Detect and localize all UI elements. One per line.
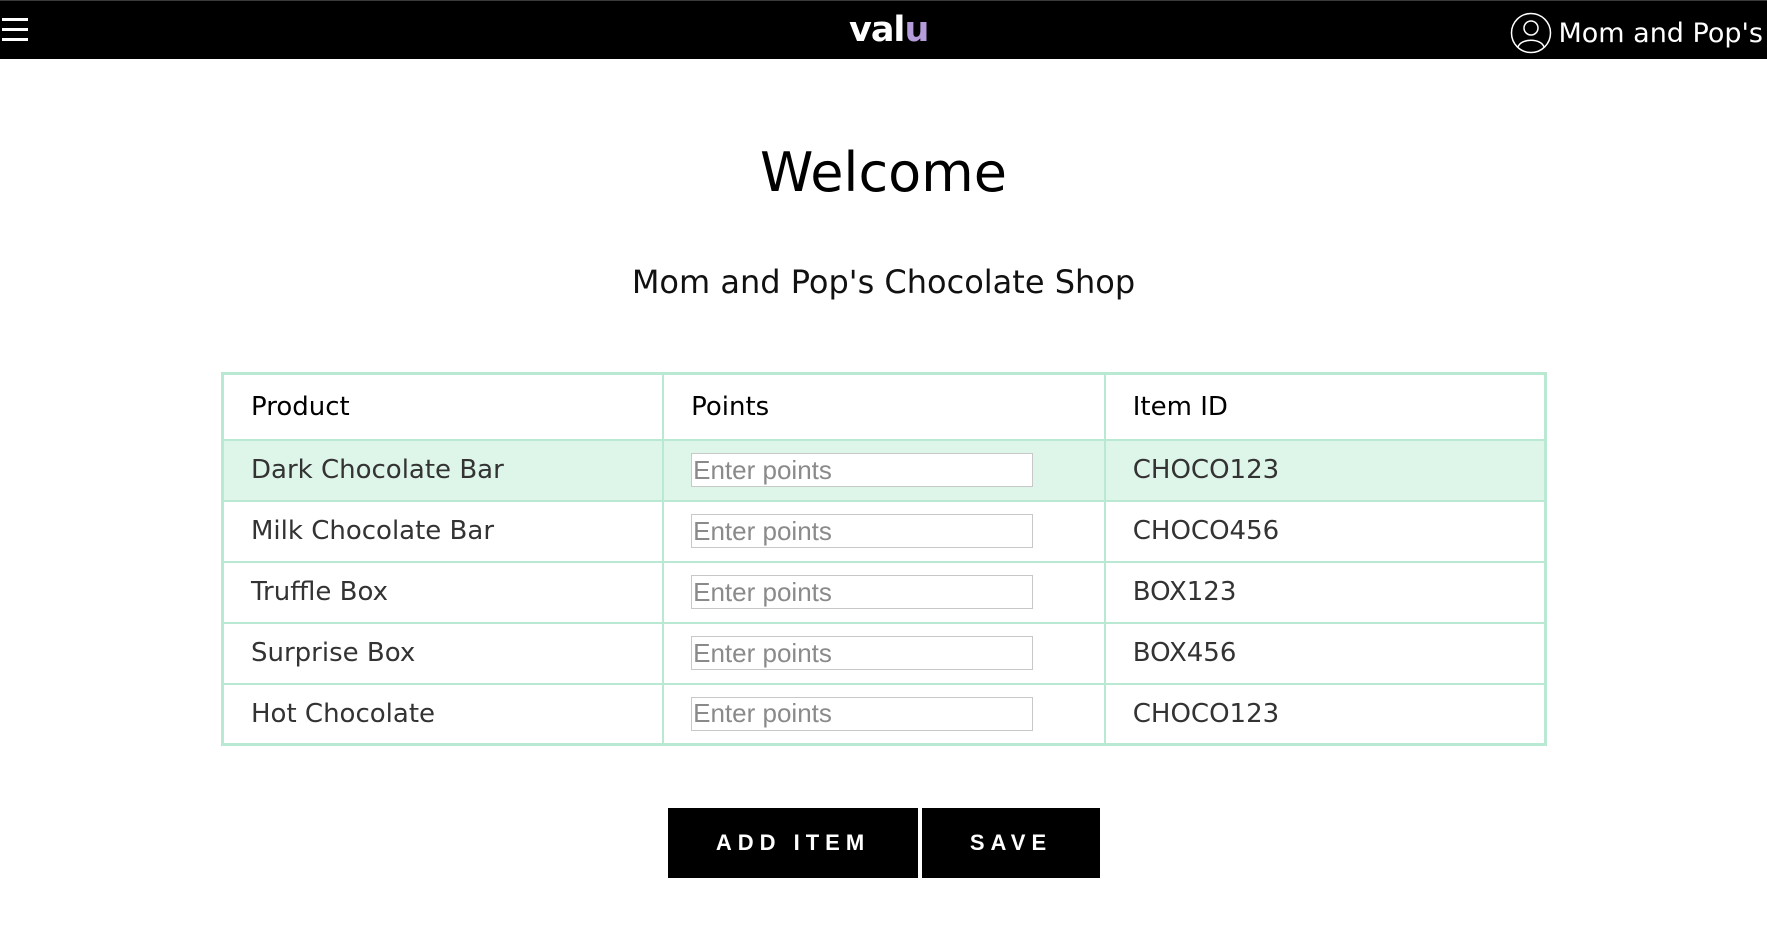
table-row[interactable]: Truffle Box BOX123 (221, 560, 1547, 624)
table-row[interactable]: Surprise Box BOX456 (221, 621, 1547, 685)
item-id-cell: BOX123 (1103, 560, 1547, 624)
points-cell (662, 621, 1106, 685)
logo-text: val (849, 10, 905, 50)
item-id-cell: CHOCO123 (1103, 682, 1547, 746)
account-name: Mom and Pop's (1558, 17, 1763, 49)
points-cell (662, 438, 1106, 502)
table-row[interactable]: Dark Chocolate Bar CHOCO123 (221, 438, 1547, 502)
product-cell: Milk Chocolate Bar (221, 499, 665, 563)
points-input[interactable] (691, 636, 1034, 670)
add-item-button[interactable]: ADD ITEM (668, 808, 918, 878)
points-cell (662, 560, 1106, 624)
item-id-cell: CHOCO456 (1103, 499, 1547, 563)
hamburger-menu-icon[interactable] (2, 17, 28, 43)
column-header-product: Product (221, 372, 665, 441)
product-cell: Truffle Box (221, 560, 665, 624)
points-input[interactable] (691, 696, 1034, 731)
table-row[interactable]: Hot Chocolate CHOCO123 (221, 682, 1547, 746)
action-buttons: ADD ITEM SAVE (668, 808, 1100, 878)
points-input[interactable] (691, 514, 1034, 548)
table-header-row: Product Points Item ID (221, 372, 1547, 441)
save-button[interactable]: SAVE (922, 808, 1100, 878)
top-navigation-bar: valu Mom and Pop's (0, 0, 1767, 59)
column-header-points: Points (662, 372, 1106, 441)
points-input[interactable] (691, 453, 1034, 487)
user-circle-icon (1511, 12, 1552, 54)
points-cell (662, 499, 1106, 563)
item-id-cell: BOX456 (1103, 621, 1547, 685)
product-cell: Dark Chocolate Bar (221, 438, 665, 502)
item-id-cell: CHOCO123 (1103, 438, 1547, 502)
column-header-item-id: Item ID (1103, 372, 1547, 441)
logo-accent-letter: u (904, 10, 929, 50)
product-cell: Hot Chocolate (221, 682, 665, 746)
valu-logo[interactable]: valu (849, 9, 929, 51)
points-cell (662, 682, 1106, 746)
items-table: Product Points Item ID Dark Chocolate Ba… (221, 372, 1547, 746)
product-cell: Surprise Box (221, 621, 665, 685)
points-input[interactable] (691, 575, 1034, 609)
page-title: Welcome (759, 141, 1007, 204)
table-row[interactable]: Milk Chocolate Bar CHOCO456 (221, 499, 1547, 563)
shop-name: Mom and Pop's Chocolate Shop (631, 263, 1136, 301)
account-menu[interactable]: Mom and Pop's (1510, 12, 1763, 54)
